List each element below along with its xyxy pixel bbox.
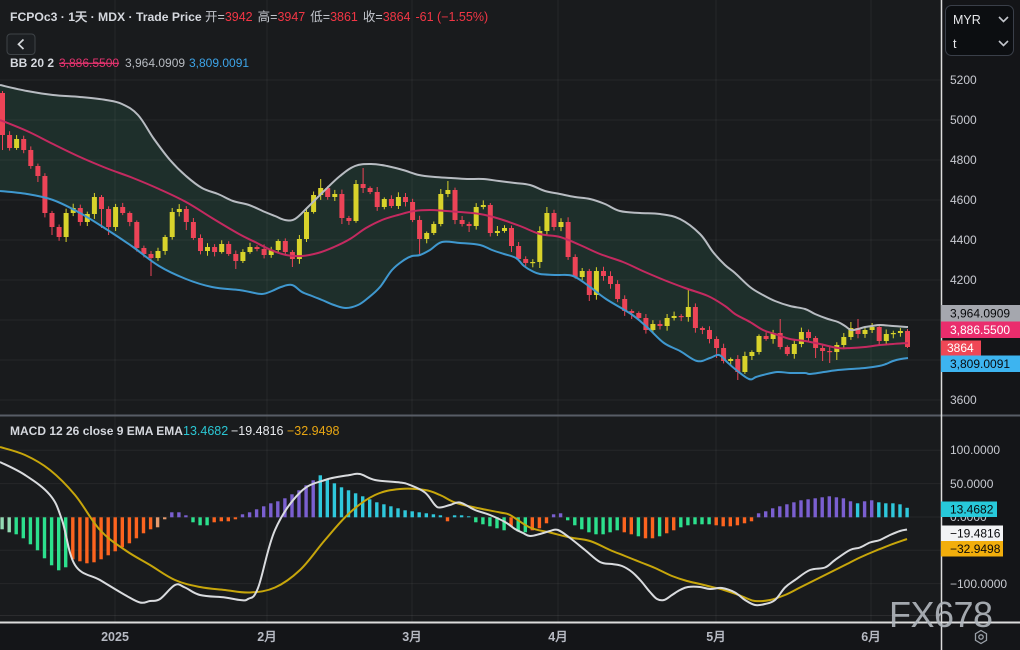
svg-text:3600: 3600 [950, 393, 977, 407]
svg-text:5月: 5月 [706, 630, 725, 644]
svg-text:4200: 4200 [950, 273, 977, 287]
svg-text:FCPOc3 · 1天 · MDX · Trade Pric: FCPOc3 · 1天 · MDX · Trade Price [10, 10, 202, 24]
svg-text:−32.9498: −32.9498 [287, 424, 340, 438]
svg-text:50.0000: 50.0000 [950, 477, 994, 491]
svg-text:5200: 5200 [950, 73, 977, 87]
svg-text:3,886.5500: 3,886.5500 [59, 56, 119, 70]
svg-text:3,809.0091: 3,809.0091 [189, 56, 249, 70]
svg-text:3,964.0909: 3,964.0909 [125, 56, 185, 70]
svg-text:开=3942高=3947低=3861收=3864-61 (−: 开=3942高=3947低=3861收=3864-61 (−1.55%) [205, 9, 488, 24]
svg-text:FX678: FX678 [889, 594, 993, 635]
svg-text:5000: 5000 [950, 113, 977, 127]
svg-text:3864: 3864 [947, 341, 974, 355]
svg-text:t: t [953, 37, 957, 51]
svg-text:13.4682: 13.4682 [183, 424, 228, 438]
svg-text:3,964.0909: 3,964.0909 [950, 306, 1010, 320]
svg-text:BB 20 2: BB 20 2 [10, 56, 54, 70]
svg-text:2月: 2月 [257, 630, 276, 644]
svg-text:3,886.5500: 3,886.5500 [950, 323, 1010, 337]
svg-text:−19.4816: −19.4816 [231, 424, 284, 438]
svg-text:3月: 3月 [402, 630, 421, 644]
svg-text:4600: 4600 [950, 193, 977, 207]
svg-text:−100.0000: −100.0000 [950, 577, 1007, 591]
svg-text:4月: 4月 [548, 630, 567, 644]
svg-text:−19.4816: −19.4816 [950, 527, 1001, 541]
svg-text:100.0000: 100.0000 [950, 443, 1000, 457]
svg-text:2025: 2025 [101, 630, 129, 644]
svg-text:3,809.0091: 3,809.0091 [950, 357, 1010, 371]
svg-text:−32.9498: −32.9498 [950, 542, 1001, 556]
svg-text:13.4682: 13.4682 [950, 503, 994, 517]
svg-text:6月: 6月 [861, 630, 880, 644]
svg-text:4400: 4400 [950, 233, 977, 247]
svg-text:4800: 4800 [950, 153, 977, 167]
svg-text:MYR: MYR [953, 13, 981, 27]
svg-text:MACD 12 26 close 9 EMA EMA: MACD 12 26 close 9 EMA EMA [10, 424, 183, 438]
